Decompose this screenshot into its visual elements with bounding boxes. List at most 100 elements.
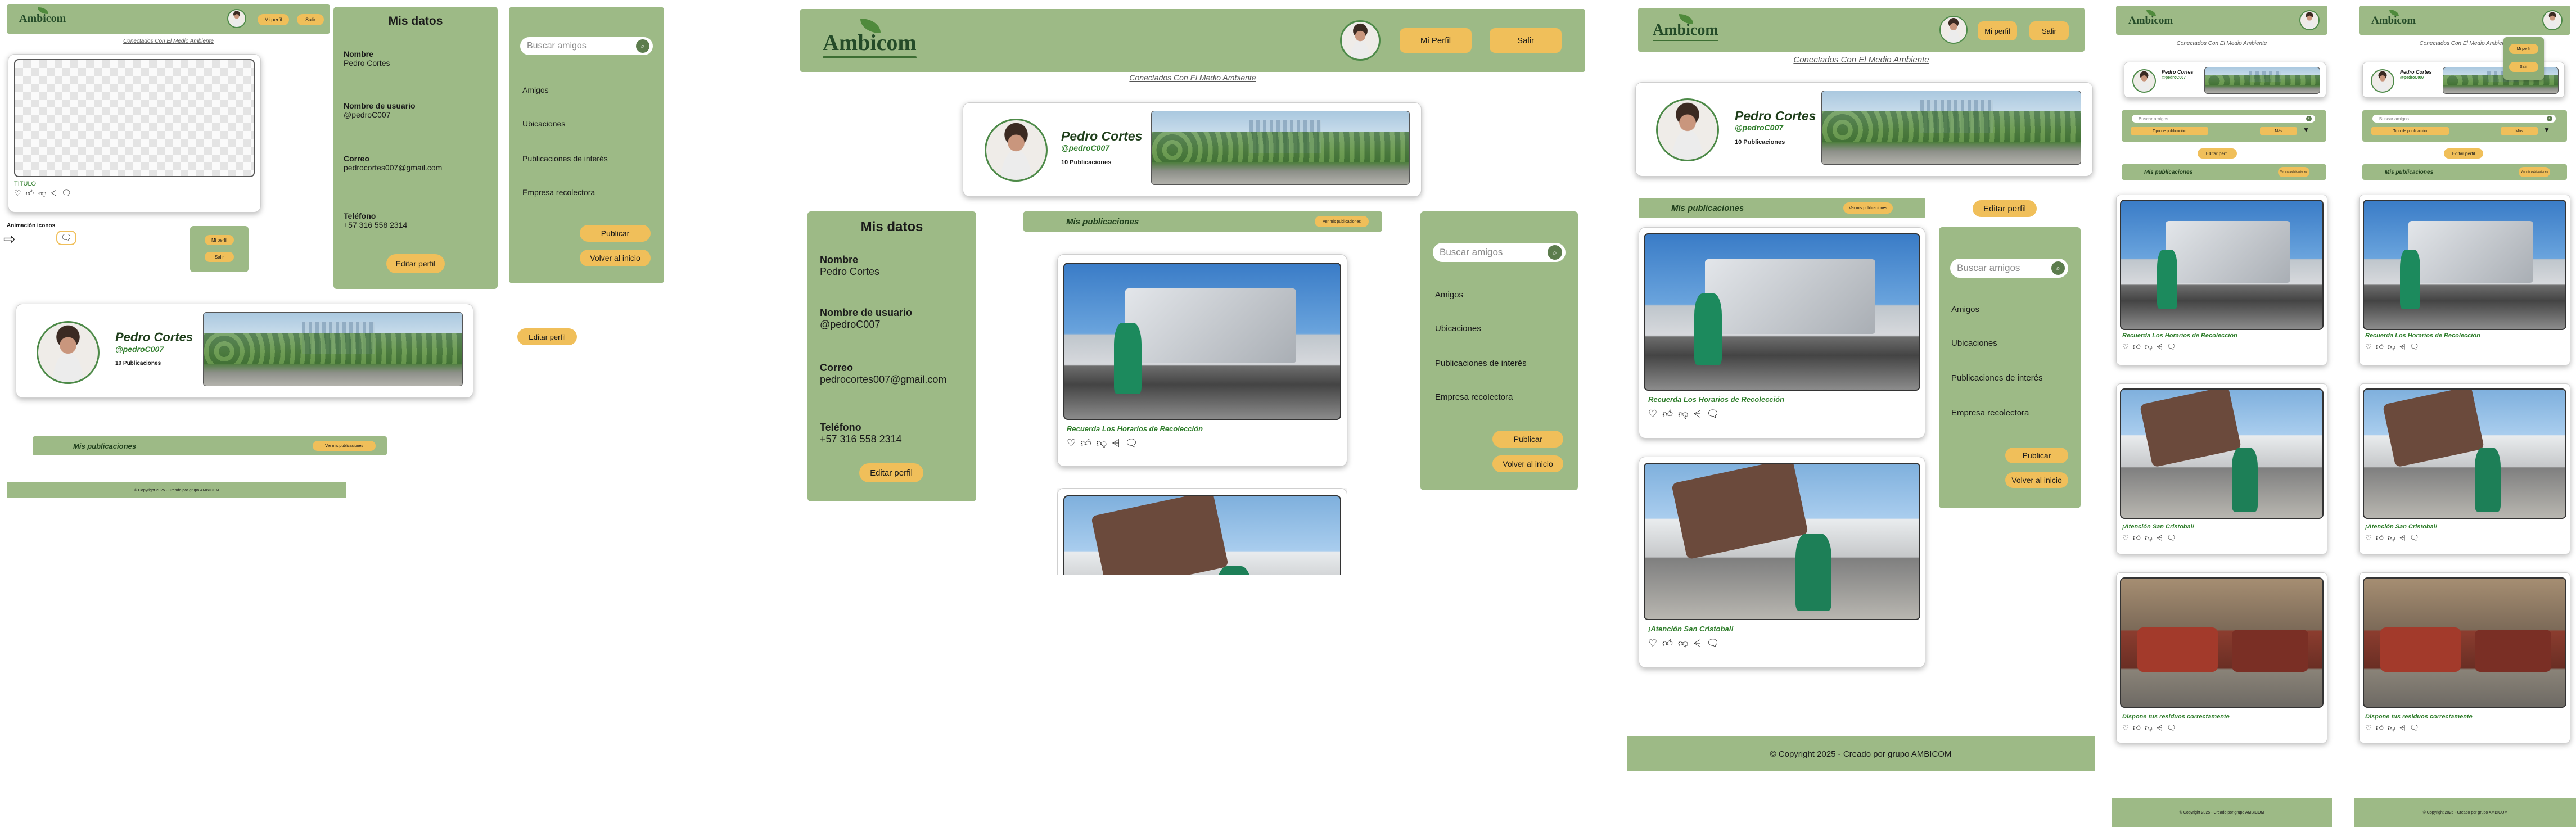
- profile-avatar: [37, 321, 100, 384]
- logo[interactable]: Ambicom: [1653, 14, 1718, 42]
- search-icon[interactable]: ⌕: [1548, 245, 1562, 260]
- edit-profile-button[interactable]: Editar perfil: [386, 254, 445, 273]
- publish-button[interactable]: Publicar: [2005, 448, 2068, 463]
- my-posts-bar-small[interactable]: Mis publicaciones Ver mis publicaciones: [33, 436, 387, 455]
- post-title: Recuerda Los Horarios de Recolección: [2365, 332, 2480, 339]
- sidebar-item-locations[interactable]: Ubicaciones: [1951, 338, 1997, 348]
- profile-button[interactable]: Mi perfil: [1978, 21, 2017, 40]
- sidebar-item-interest[interactable]: Publicaciones de interés: [1951, 373, 2043, 383]
- dropdown-profile-button[interactable]: Mi perfil: [2509, 44, 2538, 54]
- my-posts-badge[interactable]: Ver mis publicaciones: [1315, 216, 1369, 227]
- search-input[interactable]: Buscar amigos ⌕: [1950, 259, 2068, 278]
- logout-button[interactable]: Salir: [1490, 28, 1562, 53]
- edit-profile-button[interactable]: Editar perfil: [1973, 200, 2037, 217]
- dropdown-logout-button[interactable]: Salir: [2509, 62, 2538, 72]
- my-posts-badge[interactable]: Ver mis publicaciones: [1843, 202, 1893, 214]
- reaction-icons[interactable]: ♡ 👍︎ 👎︎ ⩤ 🗨︎: [1648, 637, 1720, 649]
- sidebar-item-company[interactable]: Empresa recolectora: [1951, 408, 2029, 418]
- edit-profile-button[interactable]: Editar perfil: [2198, 148, 2237, 159]
- avatar[interactable]: [1939, 16, 1968, 44]
- post-type-select[interactable]: Tipo de publicación: [2131, 127, 2208, 135]
- more-select[interactable]: Más: [2260, 127, 2297, 135]
- logout-button[interactable]: Salir: [297, 14, 324, 25]
- sidebar-item-friends[interactable]: Amigos: [1951, 305, 1979, 314]
- home-button[interactable]: Volver al inicio: [2005, 472, 2068, 488]
- search-input[interactable]: Buscar amigos ⌕: [2132, 115, 2315, 123]
- home-button[interactable]: Volver al inicio: [1492, 455, 1563, 472]
- search-icon[interactable]: ⌕: [2051, 261, 2065, 275]
- data-panel: Mis datos Nombre Pedro Cortes Nombre de u…: [807, 211, 976, 501]
- more-select[interactable]: Más: [2501, 127, 2538, 135]
- post-type-select[interactable]: Tipo de publicación: [2371, 127, 2449, 135]
- reaction-icons[interactable]: ♡ 👍︎ 👎︎ ⩤ 🗨︎: [2122, 534, 2177, 543]
- chevron-down-icon[interactable]: ▼: [2303, 126, 2309, 134]
- profile-button[interactable]: Mi perfil: [258, 14, 289, 25]
- logo[interactable]: Ambicom: [2371, 10, 2416, 29]
- publish-button[interactable]: Publicar: [1492, 431, 1563, 448]
- sidebar-item-company[interactable]: Empresa recolectora: [522, 188, 595, 197]
- edit-profile-button[interactable]: Editar perfil: [859, 463, 923, 482]
- profile-banner: [1151, 111, 1410, 185]
- reaction-icons[interactable]: ♡ 👍︎ 👎︎ ⩤ 🗨︎: [2365, 724, 2420, 733]
- reaction-icons[interactable]: ♡ 👍︎ 👎︎ ⩤ 🗨︎: [2122, 724, 2177, 733]
- reaction-icons[interactable]: ♡ 👍︎ 👎︎ ⩤ 🗨︎: [2365, 534, 2420, 543]
- my-posts-bar[interactable]: Mis publicaciones Ver mis publicaciones: [2122, 164, 2326, 180]
- search-input[interactable]: Buscar amigos ⌕: [520, 37, 653, 55]
- reaction-icons[interactable]: ♡ 👍︎ 👎︎ ⩤ 🗨︎: [1067, 437, 1139, 449]
- profile-button[interactable]: Mi Perfil: [1400, 28, 1472, 53]
- avatar[interactable]: [2542, 10, 2563, 30]
- profile-card: Pedro Cortes @pedroC007 10 Publicaciones: [1635, 82, 2093, 177]
- profile-avatar: [1656, 98, 1719, 161]
- filters-bar: Buscar amigos ⌕ Tipo de publicación Más ▼: [2362, 110, 2567, 142]
- sidebar-item-locations[interactable]: Ubicaciones: [522, 119, 565, 128]
- my-posts-badge[interactable]: Ver mis publicaciones: [2519, 167, 2550, 177]
- dropdown-profile-button[interactable]: Mi perfil: [205, 235, 234, 245]
- sidebar-item-interest[interactable]: Publicaciones de interés: [522, 154, 608, 163]
- sidebar-item-interest[interactable]: Publicaciones de interés: [1435, 359, 1527, 368]
- avatar[interactable]: [2299, 10, 2320, 30]
- reaction-icons[interactable]: ♡ 👍︎ 👎︎ ⩤ 🗨︎: [2365, 342, 2420, 351]
- profile-name: Pedro Cortes: [1061, 129, 1143, 143]
- chevron-down-icon[interactable]: ▼: [2543, 126, 2550, 134]
- profile-avatar: [985, 119, 1048, 182]
- post-title: ¡Atención San Cristobal!: [2365, 523, 2438, 530]
- my-posts-bar[interactable]: Mis publicaciones Ver mis publicaciones: [1639, 198, 1925, 218]
- sidebar-item-locations[interactable]: Ubicaciones: [1435, 324, 1481, 333]
- post-card-template: TITULO ♡ 👍︎ 👎︎ ⩤ 🗨︎: [8, 54, 261, 213]
- publish-button[interactable]: Publicar: [580, 225, 651, 242]
- my-posts-badge[interactable]: Ver mis publicaciones: [2278, 167, 2309, 177]
- avatar[interactable]: [1340, 20, 1381, 61]
- dropdown-logout-button[interactable]: Salir: [205, 252, 234, 262]
- my-posts-bar[interactable]: Mis publicaciones Ver mis publicaciones: [1023, 211, 1382, 232]
- my-posts-badge[interactable]: Ver mis publicaciones: [313, 441, 376, 451]
- sidebar-item-company[interactable]: Empresa recolectora: [1435, 392, 1513, 402]
- home-button[interactable]: Volver al inicio: [580, 250, 651, 266]
- edit-profile-button[interactable]: Editar perfil: [2444, 148, 2483, 159]
- reaction-icons[interactable]: ♡ 👍︎ 👎︎ ⩤ 🗨︎: [1648, 408, 1720, 420]
- post-image: [1063, 495, 1341, 575]
- logout-button[interactable]: Salir: [2029, 21, 2069, 40]
- post-card: Recuerda Los Horarios de Recolección ♡ 👍…: [1639, 227, 1925, 439]
- data-title: Mis datos: [388, 15, 443, 28]
- reaction-icons[interactable]: ♡ 👍︎ 👎︎ ⩤ 🗨︎: [2122, 342, 2177, 351]
- search-icon[interactable]: ⌕: [636, 39, 649, 53]
- search-icon[interactable]: ⌕: [2547, 116, 2552, 121]
- profile-dropdown: Mi perfil Salir: [2503, 37, 2544, 80]
- logo[interactable]: Ambicom: [2128, 10, 2173, 29]
- profile-posts-count: 10 Publicaciones: [115, 360, 161, 367]
- my-posts-bar[interactable]: Mis publicaciones Ver mis publicaciones: [2362, 164, 2567, 180]
- search-input[interactable]: Buscar amigos ⌕: [1433, 243, 1566, 262]
- logo[interactable]: Ambicom: [823, 19, 917, 58]
- search-icon[interactable]: ⌕: [2306, 116, 2312, 121]
- edit-profile-button-float[interactable]: Editar perfil: [517, 328, 577, 345]
- post-image: [2120, 577, 2324, 708]
- search-input[interactable]: Buscar amigos ⌕: [2372, 115, 2556, 123]
- sidebar-item-friends[interactable]: Amigos: [522, 85, 549, 94]
- avatar[interactable]: [227, 9, 246, 28]
- logo[interactable]: Ambicom: [19, 7, 66, 27]
- post-card: ¡Atención San Cristobal! ♡ 👍︎ 👎︎ ⩤ 🗨︎: [1639, 457, 1925, 668]
- reaction-icons[interactable]: ♡ 👍︎ 👎︎ ⩤ 🗨︎: [14, 188, 73, 198]
- post-title: Recuerda Los Horarios de Recolección: [1067, 424, 1203, 433]
- sidebar-item-friends[interactable]: Amigos: [1435, 290, 1463, 300]
- post-image: [2363, 200, 2566, 330]
